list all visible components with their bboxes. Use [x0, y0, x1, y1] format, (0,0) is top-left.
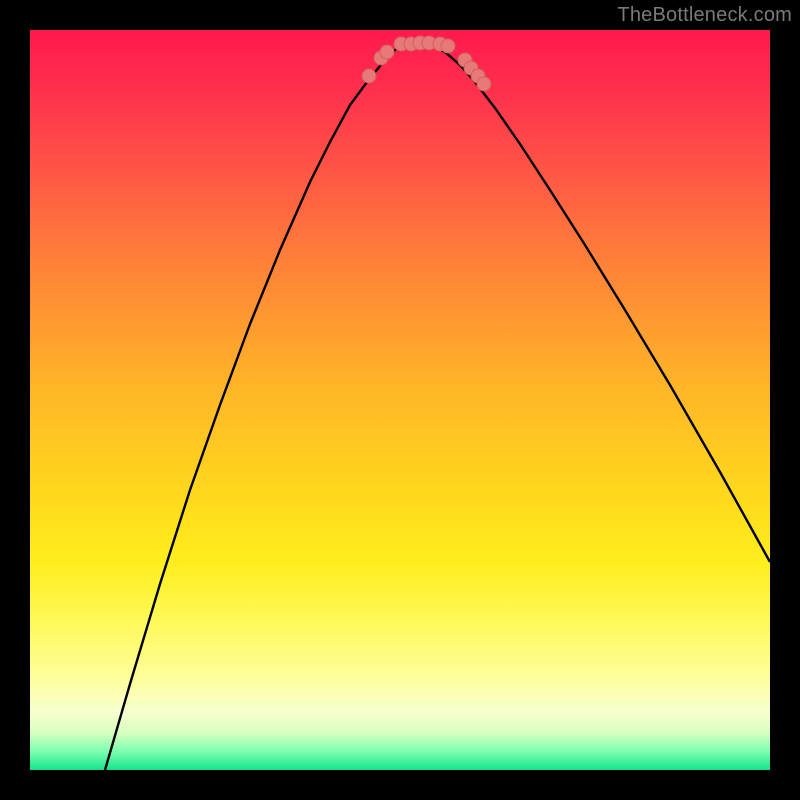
curve-marker [441, 39, 455, 53]
plot-area [30, 30, 770, 770]
bottleneck-curve [105, 44, 770, 770]
curve-marker [477, 77, 491, 91]
curve-marker [362, 69, 376, 83]
watermark-text: TheBottleneck.com [617, 4, 792, 27]
curve-marker [380, 45, 394, 59]
chart-frame: TheBottleneck.com [0, 0, 800, 800]
curve-layer [30, 30, 770, 770]
curve-markers-group [362, 36, 491, 91]
